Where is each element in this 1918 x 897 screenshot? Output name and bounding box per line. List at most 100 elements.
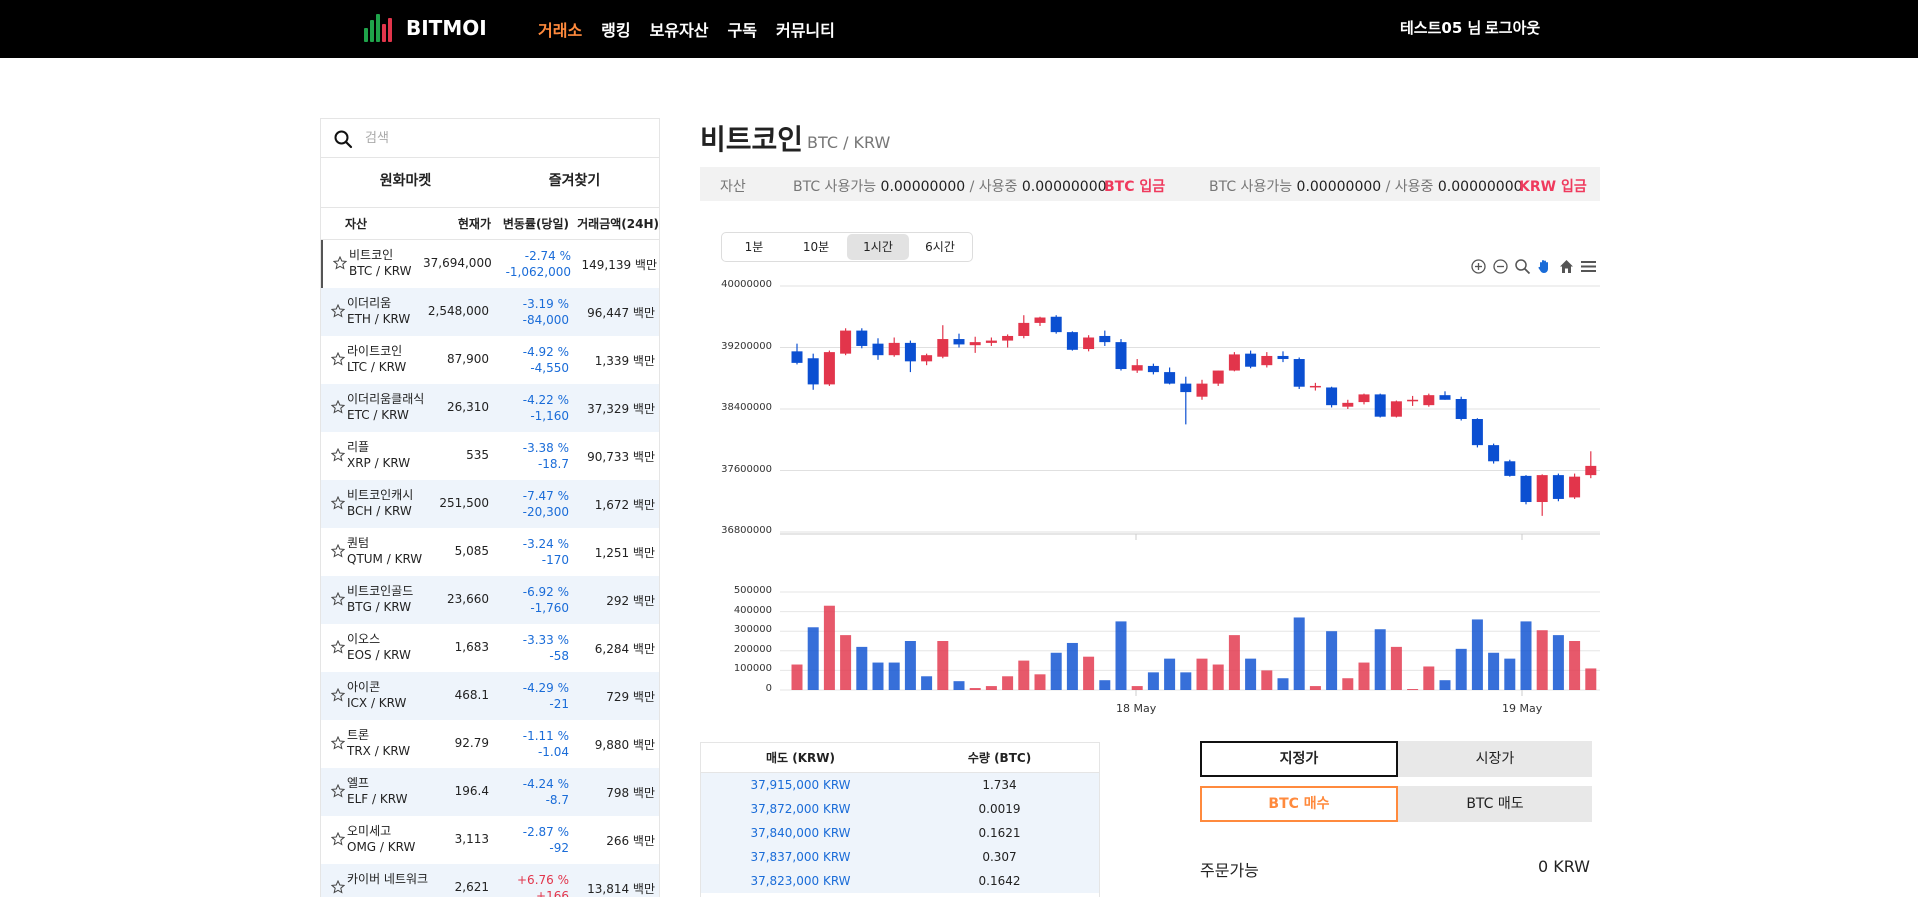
ask-price[interactable]: 37,872,000 KRW (701, 797, 900, 821)
candle-body (1050, 316, 1062, 333)
candle-body (1115, 342, 1127, 370)
coin-row[interactable]: 라이트코인 LTC / KRW 87,900 -4.92 % -4,550 1,339 백… (321, 336, 659, 384)
volume-bar (1439, 680, 1451, 690)
candle-body (1293, 359, 1305, 387)
coin-price: 37,694,000 (423, 256, 492, 270)
star-icon[interactable] (330, 543, 346, 558)
volume-bar (1066, 642, 1078, 690)
interval-10m[interactable]: 10분 (785, 234, 847, 260)
btc-deposit-button[interactable]: BTC 입금 (1104, 176, 1165, 196)
volume-bar (1407, 689, 1419, 691)
coin-row[interactable]: 이더리움클래식 ETC / KRW 26,310 -4.22 % -1,160 37,32… (321, 384, 659, 432)
brand-logo[interactable]: BITMOI (362, 12, 487, 44)
search-input[interactable] (365, 127, 645, 149)
col-change[interactable]: 변동률(당일) (491, 215, 569, 232)
coin-row[interactable]: 트론 TRX / KRW 92.79 -1.11 % -1.04 9,880 백만 (321, 720, 659, 768)
star-icon[interactable] (330, 831, 346, 846)
star-icon[interactable] (330, 879, 346, 894)
coin-change-pct: -2.87 % (522, 825, 569, 839)
col-price[interactable]: 현재가 (431, 215, 491, 232)
coin-row[interactable]: 비트코인 BTC / KRW 37,694,000 -2.74 % -1,062,000… (321, 240, 659, 288)
coin-price: 5,085 (454, 544, 489, 558)
nav-subscribe[interactable]: 구독 (728, 17, 757, 41)
candle-body (1228, 354, 1240, 371)
star-icon[interactable] (330, 687, 346, 702)
star-icon[interactable] (330, 495, 346, 510)
nav-community[interactable]: 커뮤니티 (776, 17, 835, 41)
col-asset[interactable]: 자산 (321, 215, 431, 232)
sell-tab[interactable]: BTC 매도 (1398, 786, 1592, 822)
star-icon[interactable] (330, 399, 346, 414)
page-subtitle-pair: BTC / KRW (807, 133, 891, 152)
interval-selector: 1분 10분 1시간 6시간 (721, 232, 973, 262)
star-icon[interactable] (330, 351, 346, 366)
coin-change-diff: -21 (549, 697, 569, 711)
coin-row[interactable]: 이더리움 ETH / KRW 2,548,000 -3.19 % -84,000 96,4… (321, 288, 659, 336)
interval-1m[interactable]: 1분 (723, 234, 785, 260)
logout-link[interactable]: 로그아웃 (1485, 17, 1540, 38)
coin-row[interactable]: 카이버 네트워크 2,621 +6.76 % +166 13,814 백만 (321, 864, 659, 897)
coin-row[interactable]: 아이콘 ICX / KRW 468.1 -4.29 % -21 729 백만 (321, 672, 659, 720)
ask-price[interactable]: 37,823,000 KRW (701, 869, 900, 893)
ask-price[interactable]: 37,915,000 KRW (701, 773, 900, 797)
order-book-row[interactable]: 37,872,000 KRW 0.0019 (701, 797, 1099, 821)
volume-bar (1342, 678, 1354, 690)
market-order-tab[interactable]: 시장가 (1398, 741, 1592, 777)
buy-tab[interactable]: BTC 매수 (1200, 786, 1398, 822)
ask-price[interactable]: 37,840,000 KRW (701, 821, 900, 845)
volume-bar (1569, 641, 1581, 690)
ask-price[interactable]: 37,837,000 KRW (701, 845, 900, 869)
nav-ranking[interactable]: 랭킹 (601, 17, 630, 41)
volume-tick-label: 0 (765, 683, 772, 694)
coin-row[interactable]: 비트코인골드 BTG / KRW 23,660 -6.92 % -1,760 292 백만 (321, 576, 659, 624)
coin-row[interactable]: 퀀텀 QTUM / KRW 5,085 -3.24 % -170 1,251 백만 (321, 528, 659, 576)
coin-row[interactable]: 리플 XRP / KRW 535 -3.38 % -18.7 90,733 백만 (321, 432, 659, 480)
coin-price: 1,683 (454, 640, 489, 654)
star-icon[interactable] (330, 303, 346, 318)
star-icon[interactable] (332, 255, 348, 270)
coin-price: 468.1 (454, 688, 489, 702)
candle-body (823, 352, 835, 385)
limit-order-tab[interactable]: 지정가 (1200, 741, 1398, 777)
col-volume[interactable]: 거래금액(24H) (569, 215, 659, 232)
order-book-row[interactable]: 37,823,000 KRW 0.1642 (701, 869, 1099, 893)
krw-balance: BTC 사용가능 0.00000000 / 사용중 0.00000000 (1209, 176, 1523, 196)
volume-bar (1293, 617, 1305, 690)
order-book-row[interactable]: 37,915,000 KRW 1.734 (701, 773, 1099, 797)
coin-change: -6.92 % -1,760 (489, 584, 569, 616)
star-icon[interactable] (330, 591, 346, 606)
coin-change: -4.22 % -1,160 (489, 392, 569, 424)
coin-change-diff: -1,160 (530, 409, 569, 423)
volume-bar (1164, 658, 1176, 690)
star-icon[interactable] (330, 783, 346, 798)
coin-row[interactable]: 엘프 ELF / KRW 196.4 -4.24 % -8.7 798 백만 (321, 768, 659, 816)
star-icon[interactable] (330, 639, 346, 654)
candle-body (1309, 385, 1321, 388)
nav-exchange[interactable]: 거래소 (538, 17, 582, 41)
candle-body (1439, 395, 1451, 400)
star-icon[interactable] (330, 735, 346, 750)
candle-body (1552, 475, 1564, 499)
order-book: 매도 (KRW) 수량 (BTC) 37,915,000 KRW 1.734 37,… (700, 742, 1100, 897)
price-chart[interactable] (700, 270, 1600, 720)
krw-deposit-button[interactable]: KRW 입금 (1519, 176, 1587, 196)
volume-bar (1585, 668, 1597, 690)
order-book-row[interactable]: 37,837,000 KRW 0.307 (701, 845, 1099, 869)
tab-krw-market[interactable]: 원화마켓 (321, 158, 490, 207)
coin-row[interactable]: 비트코인캐시 BCH / KRW 251,500 -7.47 % -20,300 1,67… (321, 480, 659, 528)
star-icon[interactable] (330, 447, 346, 462)
interval-1h[interactable]: 1시간 (847, 234, 909, 260)
order-book-row[interactable]: 37,840,000 KRW 0.1621 (701, 821, 1099, 845)
coin-row[interactable]: 이오스 EOS / KRW 1,683 -3.33 % -58 6,284 백만 (321, 624, 659, 672)
candle-body (1245, 353, 1257, 367)
nav-holdings[interactable]: 보유자산 (650, 17, 709, 41)
coin-change: -3.33 % -58 (489, 632, 569, 664)
candle-body (1488, 445, 1500, 462)
volume-bar (840, 635, 852, 690)
ask-quantity: 1.734 (982, 778, 1017, 792)
coin-volume: 266 백만 (606, 834, 655, 848)
interval-6h[interactable]: 6시간 (909, 234, 971, 260)
candle-body (1131, 365, 1143, 371)
tab-favorites[interactable]: 즐겨찾기 (490, 158, 659, 207)
coin-row[interactable]: 오미세고 OMG / KRW 3,113 -2.87 % -92 266 백만 (321, 816, 659, 864)
